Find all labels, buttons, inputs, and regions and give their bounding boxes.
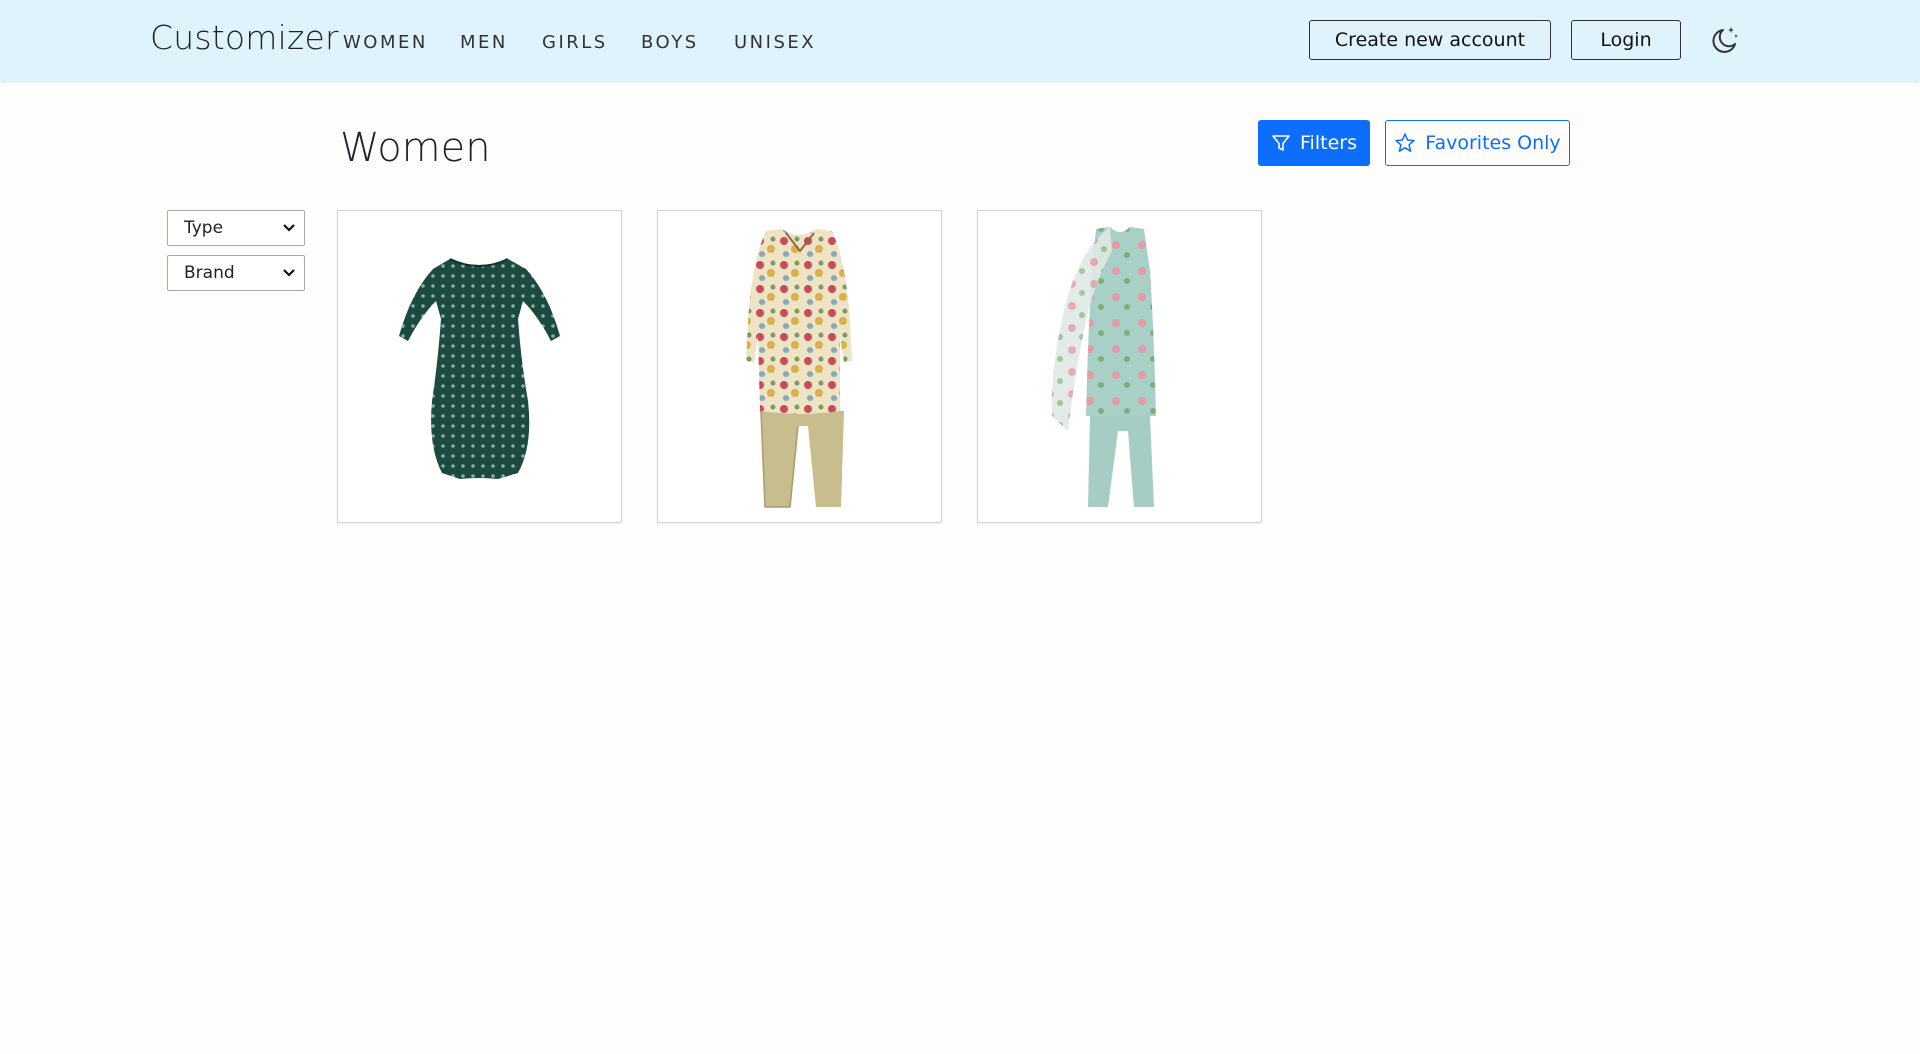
filters-label: Filters: [1300, 132, 1357, 154]
moon-stars-icon[interactable]: [1710, 24, 1740, 56]
create-account-button[interactable]: Create new account: [1309, 20, 1551, 60]
funnel-icon: [1272, 135, 1290, 151]
brand-logo[interactable]: Customizer: [150, 18, 339, 57]
nav-link-unisex[interactable]: UNISEX: [734, 32, 816, 53]
product-card[interactable]: [977, 210, 1262, 523]
product-card[interactable]: [657, 210, 942, 523]
page-title: Women: [340, 125, 491, 171]
favorites-only-button[interactable]: Favorites Only: [1385, 120, 1570, 166]
chevron-down-icon: [283, 224, 295, 232]
product-image-green-dress: [399, 258, 560, 479]
filters-button[interactable]: Filters: [1258, 120, 1370, 166]
brand-select-value: Brand: [184, 263, 235, 283]
type-select-value: Type: [184, 218, 224, 238]
product-image-floral-outfit: [746, 229, 852, 508]
product-image-mint-suit: [1051, 227, 1156, 507]
nav-link-girls[interactable]: GIRLS: [542, 32, 608, 53]
favorites-label: Favorites Only: [1425, 132, 1561, 154]
star-icon: [1395, 133, 1416, 152]
chevron-down-icon: [283, 269, 295, 277]
nav-link-men[interactable]: MEN: [460, 32, 508, 53]
type-select[interactable]: Type: [167, 210, 305, 246]
nav-link-boys[interactable]: BOYS: [641, 32, 699, 53]
nav-link-women[interactable]: WOMEN: [343, 32, 428, 53]
login-button[interactable]: Login: [1571, 20, 1681, 60]
product-card[interactable]: [337, 210, 622, 523]
navbar: Customizer WOMEN MEN GIRLS BOYS UNISEX C…: [0, 0, 1920, 81]
brand-select[interactable]: Brand: [167, 255, 305, 291]
